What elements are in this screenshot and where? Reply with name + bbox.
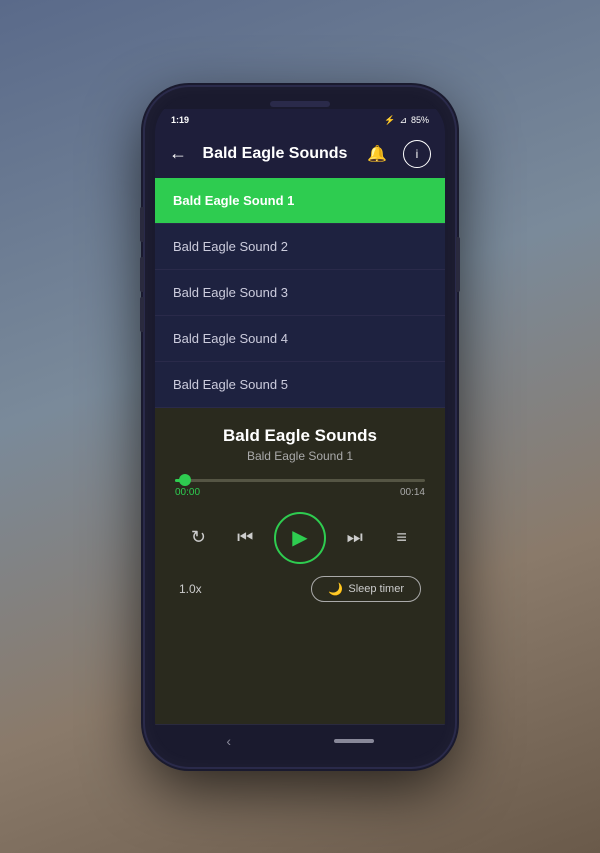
prev-button[interactable]: ⏮ (227, 520, 263, 556)
total-time: 00:14 (400, 487, 425, 498)
progress-container[interactable]: 00:00 00:14 (175, 479, 425, 498)
phone-screen: 1:19 ⚡ ⊿ 85% ← Bald Eagle Sounds 🔔 i Bal… (155, 97, 445, 757)
notification-bell-button[interactable]: 🔔 (363, 140, 391, 168)
app-bar: ← Bald Eagle Sounds 🔔 i (155, 130, 445, 178)
progress-thumb (179, 474, 191, 486)
sound-item-2[interactable]: Bald Eagle Sound 2 (155, 224, 445, 270)
sound-list: Bald Eagle Sound 1 Bald Eagle Sound 2 Ba… (155, 178, 445, 408)
player-controls: ↻ ⏮ ▶ ⏭ ≡ (175, 512, 425, 564)
nav-bar: ‹ (155, 724, 445, 757)
progress-track (175, 479, 425, 482)
player-subtitle: Bald Eagle Sound 1 (247, 449, 353, 463)
app-bar-actions: 🔔 i (363, 140, 431, 168)
moon-icon: 🌙 (328, 582, 343, 596)
app-bar-title: Bald Eagle Sounds (203, 145, 348, 163)
player-title: Bald Eagle Sounds (223, 426, 377, 446)
notch (270, 101, 330, 107)
status-wifi-icon: ⊿ (399, 115, 407, 126)
playlist-button[interactable]: ≡ (384, 520, 420, 556)
back-button[interactable]: ← (169, 143, 187, 164)
repeat-button[interactable]: ↻ (180, 520, 216, 556)
progress-times: 00:00 00:14 (175, 487, 425, 498)
status-time: 1:19 (171, 115, 189, 125)
sound-item-5[interactable]: Bald Eagle Sound 5 (155, 362, 445, 408)
sound-item-4[interactable]: Bald Eagle Sound 4 (155, 316, 445, 362)
current-time: 00:00 (175, 487, 200, 498)
notch-area (155, 97, 445, 109)
next-button[interactable]: ⏭ (337, 520, 373, 556)
status-icons: ⚡ ⊿ 85% (384, 115, 429, 126)
sound-item-3[interactable]: Bald Eagle Sound 3 (155, 270, 445, 316)
nav-back-button[interactable]: ‹ (226, 733, 231, 749)
nav-home-bar[interactable] (334, 739, 374, 743)
sleep-timer-button[interactable]: 🌙 Sleep timer (311, 576, 421, 602)
status-signal-icon: ⚡ (384, 115, 395, 126)
progress-fill (175, 479, 185, 482)
status-bar: 1:19 ⚡ ⊿ 85% (155, 109, 445, 130)
status-battery-icon: 85% (411, 115, 429, 125)
speed-label[interactable]: 1.0x (179, 582, 202, 596)
sound-item-1[interactable]: Bald Eagle Sound 1 (155, 178, 445, 224)
info-button[interactable]: i (403, 140, 431, 168)
player-section: Bald Eagle Sounds Bald Eagle Sound 1 00:… (155, 408, 445, 724)
play-button[interactable]: ▶ (274, 512, 326, 564)
sleep-timer-label: Sleep timer (348, 583, 404, 595)
phone-device: 1:19 ⚡ ⊿ 85% ← Bald Eagle Sounds 🔔 i Bal… (145, 87, 455, 767)
player-bottom-row: 1.0x 🌙 Sleep timer (175, 576, 425, 602)
